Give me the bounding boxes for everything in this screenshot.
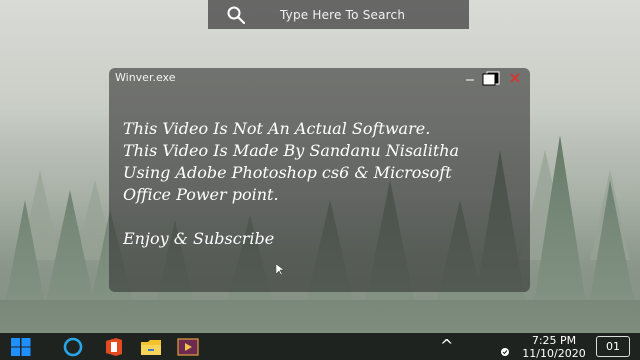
clock-status-icon <box>501 348 509 356</box>
show-hidden-icons[interactable]: ^ <box>440 338 454 354</box>
close-icon[interactable] <box>508 71 522 85</box>
clock-date: 11/10/2020 <box>522 347 586 360</box>
search-icon[interactable] <box>226 5 246 25</box>
window-title: Winver.exe <box>115 71 176 84</box>
notification-button[interactable]: 01 <box>596 336 630 357</box>
message-line: This Video Is Made By Sandanu Nisalitha <box>123 141 460 160</box>
winver-window: Winver.exe This Video Is Not An Actual S… <box>109 68 530 292</box>
message-line: This Video Is Not An Actual Software. <box>123 119 431 138</box>
message-footer: Enjoy & Subscribe <box>123 229 275 248</box>
minimize-icon[interactable] <box>465 72 475 82</box>
message-line: Office Power point. <box>123 185 279 204</box>
video-player-icon[interactable] <box>177 337 199 357</box>
office-icon[interactable] <box>103 337 125 357</box>
file-explorer-icon[interactable] <box>140 337 162 357</box>
system-clock[interactable]: 7:25 PM 11/10/2020 <box>520 334 588 360</box>
clock-time: 7:25 PM <box>531 334 577 347</box>
mouse-cursor-icon <box>276 264 284 276</box>
windows-start-icon[interactable] <box>10 337 32 357</box>
message-line: Using Adobe Photoshop cs6 & Microsoft <box>123 163 452 182</box>
cortana-icon[interactable] <box>62 337 84 357</box>
window-message: This Video Is Not An Actual Software. Th… <box>123 118 523 250</box>
search-bar[interactable]: Type Here To Search <box>208 0 469 29</box>
search-input[interactable]: Type Here To Search <box>280 8 405 22</box>
maximize-icon[interactable] <box>482 71 500 86</box>
